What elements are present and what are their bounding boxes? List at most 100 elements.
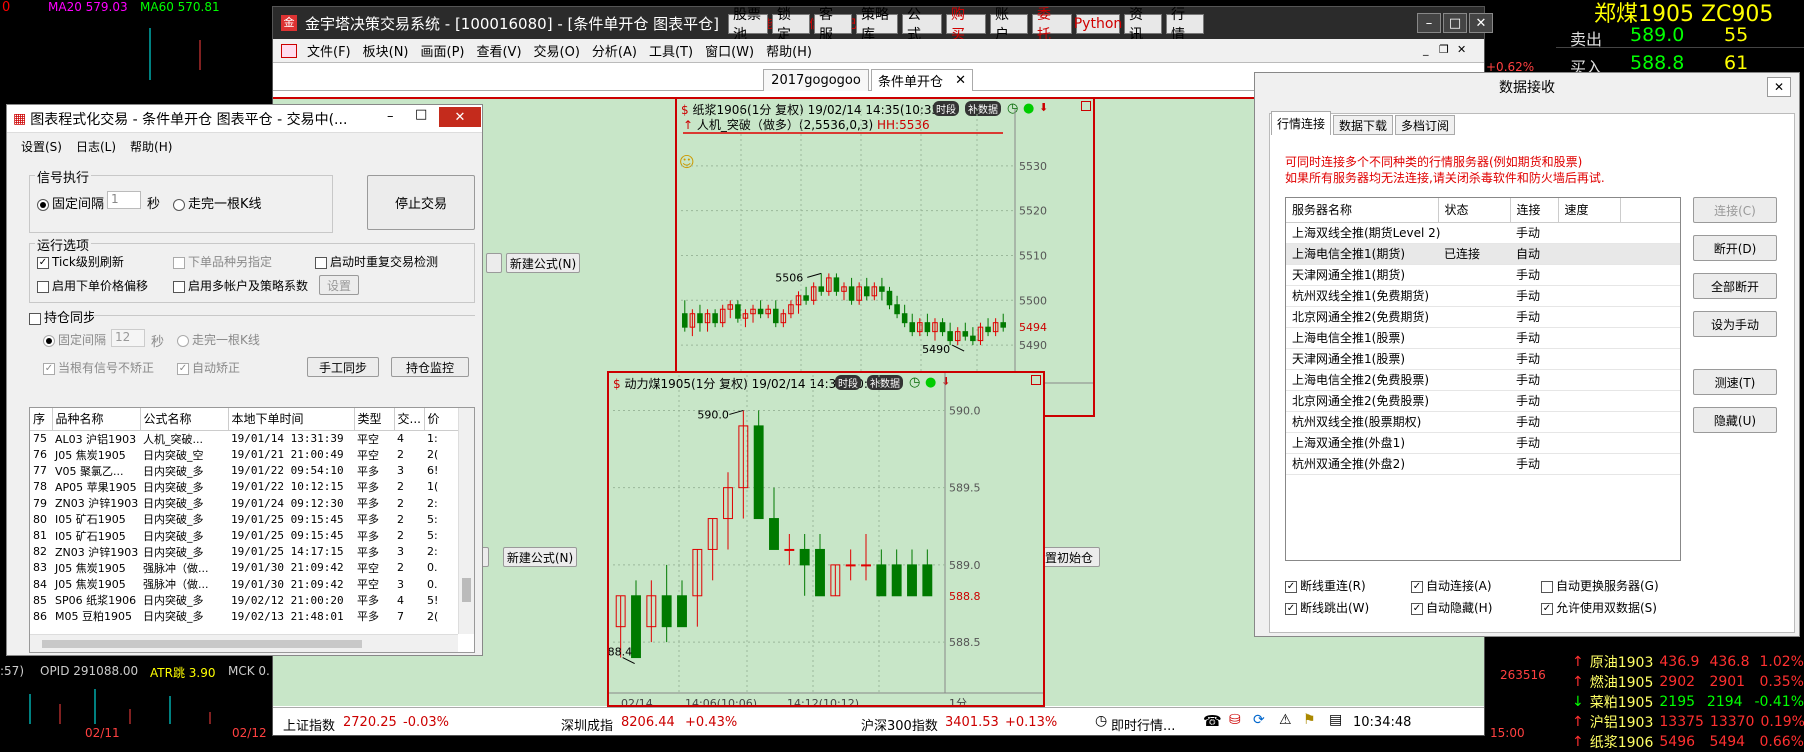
market-row[interactable]: ↑ 沪铝1903 13375 13370 0.19%: [1572, 712, 1804, 732]
market-row[interactable]: ↓ 菜粕1905 2195 2194 -0.41%: [1572, 692, 1804, 712]
market-row[interactable]: ↑ 原油1903 436.9 436.8 1.02%: [1572, 652, 1804, 672]
option-checkbox-1[interactable]: ✓ 自动连接(A): [1411, 577, 1492, 594]
table-row[interactable]: 77 V05 聚氯乙... 日内突破_多 19/01/22 09:54:10 平多 3 6!: [30, 463, 470, 479]
realtime-label[interactable]: 即时行情...: [1111, 715, 1175, 734]
server-col-header[interactable]: 连接: [1510, 198, 1559, 223]
menu-view[interactable]: 查看(V): [470, 41, 527, 60]
menu-file[interactable]: 文件(F): [301, 41, 357, 60]
menu-trade[interactable]: 交易(O): [528, 41, 586, 60]
server-row[interactable]: 杭州双线全推(股票期权) 手动: [1286, 411, 1680, 433]
hs300-label[interactable]: 沪深300指数: [861, 715, 938, 734]
database-icon[interactable]: ⛁: [1229, 712, 1241, 728]
main-minimize-button[interactable]: –: [1417, 13, 1441, 33]
trade-menu-help[interactable]: 帮助(H): [130, 138, 172, 155]
tab-data-download[interactable]: 数据下载: [1333, 115, 1393, 135]
data-dialog-close-button[interactable]: ✕: [1767, 77, 1791, 97]
sz-index-label[interactable]: 深圳成指: [561, 715, 613, 734]
realtime-icon[interactable]: ◷: [1095, 713, 1107, 729]
option-checkbox-4[interactable]: ✓ 自动隐藏(H): [1411, 599, 1492, 616]
server-button-2[interactable]: 全部断开: [1693, 273, 1777, 299]
server-col-header[interactable]: 速度: [1558, 198, 1621, 223]
server-row[interactable]: 上海电信全推2(免费股票) 手动: [1286, 369, 1680, 391]
server-col-header[interactable]: 服务器名称: [1286, 198, 1439, 223]
server-row[interactable]: 北京网通全推2(免费股票) 手动: [1286, 390, 1680, 412]
network-icon[interactable]: ⟳: [1253, 712, 1265, 728]
server-row[interactable]: 杭州双线全推1(免费期货) 手动: [1286, 285, 1680, 307]
toolbar-button-7[interactable]: 委 托: [1032, 7, 1072, 43]
tab-2017gogogoo[interactable]: 2017gogogoo: [763, 69, 869, 91]
order-col-header[interactable]: 交...: [394, 408, 425, 431]
tick-refresh-checkbox[interactable]: ✓ Tick级别刷新: [37, 253, 124, 270]
server-row[interactable]: 北京网通全推2(免费期货) 手动: [1286, 306, 1680, 328]
server-button-5[interactable]: 隐藏(U): [1693, 407, 1777, 433]
sh-index-label[interactable]: 上证指数: [283, 715, 335, 734]
tab-multi-subscribe[interactable]: 多档订阅: [1395, 115, 1455, 135]
market-row[interactable]: ↑ 燃油1905 2902 2901 0.35%: [1572, 672, 1804, 692]
new-formula-button-top[interactable]: 新建公式(N): [506, 253, 580, 273]
toolbar-button-8[interactable]: Python: [1074, 14, 1122, 34]
mdi-minimize-icon[interactable]: _: [1423, 43, 1429, 56]
table-row[interactable]: 75 AL03 沪铝1903 人机_突破... 19/01/14 13:31:39 平空…: [30, 430, 470, 447]
order-table-vscroll[interactable]: [458, 408, 474, 634]
server-row[interactable]: 天津网通全推1(股票) 手动: [1286, 348, 1680, 370]
hscroll-thumb[interactable]: [42, 640, 362, 648]
menu-view-page[interactable]: 画面(P): [415, 41, 471, 60]
toolbar-button-5[interactable]: 购 买: [946, 7, 986, 43]
mdi-close-icon[interactable]: ✕: [1457, 43, 1466, 56]
main-close-button[interactable]: ✕: [1469, 13, 1493, 33]
trade-maximize-button[interactable]: □: [415, 107, 427, 122]
table-row[interactable]: 86 M05 豆粕1905 日内突破_多 19/02/13 21:48:01 平多 7 2(: [30, 608, 470, 624]
position-sync-checkbox[interactable]: 持仓同步: [29, 307, 96, 326]
tab-condition-order[interactable]: 条件单开仓 ✕: [871, 69, 973, 91]
menu-help[interactable]: 帮助(H): [760, 41, 818, 60]
option-checkbox-5[interactable]: ✓ 允许使用双数据(S): [1541, 599, 1657, 616]
order-table-hscroll[interactable]: [30, 634, 458, 652]
table-row[interactable]: 76 J05 焦炭1905 日内突破_空 19/01/21 21:00:49 平空 2 2(: [30, 447, 470, 463]
menu-window[interactable]: 窗口(W): [699, 41, 760, 60]
server-row[interactable]: 上海电信全推1(股票) 手动: [1286, 327, 1680, 349]
table-row[interactable]: 82 ZN03 沪锌1903 日内突破_多 19/01/25 14:17:15 平多 3 2…: [30, 544, 470, 560]
fixed-interval-radio[interactable]: 固定间隔: [37, 193, 104, 212]
new-formula-button-bottom[interactable]: 新建公式(N): [503, 547, 577, 567]
order-variety-checkbox[interactable]: 下单品种另指定: [173, 253, 272, 270]
sync-interval-input[interactable]: 12: [111, 329, 145, 347]
table-row[interactable]: 84 J05 焦炭1905 强脉冲（做... 19/01/30 21:09:42 平空 3…: [30, 576, 470, 592]
main-maximize-button[interactable]: □: [1443, 13, 1467, 33]
server-button-3[interactable]: 设为手动: [1693, 311, 1777, 337]
tab-close-icon[interactable]: ✕: [955, 73, 966, 88]
formula-more-button-top[interactable]: [486, 253, 502, 273]
table-row[interactable]: 79 ZN03 沪锌1903 日内突破_多 19/01/24 09:12:30 平多 2 2…: [30, 495, 470, 511]
toolbar-button-1[interactable]: 锁 定: [772, 7, 810, 43]
no-correct-checkbox[interactable]: ✓ 当根有信号不矫正: [43, 359, 154, 376]
multi-account-settings-button[interactable]: 设置: [319, 275, 359, 295]
server-row[interactable]: 上海双线全推(期货Level 2) 手动: [1286, 222, 1680, 244]
table-row[interactable]: 78 AP05 苹果1905 日内突破_多 19/01/22 10:12:15 平多 2 1…: [30, 479, 470, 495]
table-row[interactable]: 80 I05 矿石1905 日内突破_多 19/01/25 09:15:45 平多 2 5:: [30, 511, 470, 527]
multi-account-checkbox[interactable]: 启用多帐户及策略系数: [173, 277, 308, 294]
price-offset-checkbox[interactable]: 启用下单价格偏移: [37, 277, 148, 294]
interval-input[interactable]: 1: [107, 191, 141, 209]
mdi-restore-icon[interactable]: ❐: [1439, 43, 1449, 56]
table-row[interactable]: 85 SP06 纸浆1906 日内突破_多 19/02/12 21:00:20 平多 4 5…: [30, 592, 470, 608]
order-col-header[interactable]: 类型: [354, 408, 395, 431]
vscroll-thumb[interactable]: [462, 578, 471, 602]
server-button-4[interactable]: 测速(T): [1693, 369, 1777, 395]
stop-trading-button[interactable]: 停止交易: [367, 175, 475, 230]
document-icon[interactable]: ▤: [1329, 712, 1342, 728]
menu-board[interactable]: 板块(N): [357, 41, 415, 60]
flag-icon[interactable]: ⚑: [1303, 712, 1316, 728]
server-row[interactable]: 上海电信全推1(期货) 已连接 自动: [1286, 243, 1680, 265]
manual-sync-button[interactable]: 手工同步: [307, 357, 379, 377]
trade-menu-settings[interactable]: 设置(S): [21, 138, 62, 155]
toolbar-button-4[interactable]: 公 式: [902, 7, 942, 43]
menu-tools[interactable]: 工具(T): [643, 41, 699, 60]
order-col-header[interactable]: 品种名称: [52, 408, 141, 431]
server-col-header[interactable]: 状态: [1438, 198, 1511, 223]
trade-close-button[interactable]: ✕: [439, 107, 481, 127]
phone-icon[interactable]: ☎: [1203, 712, 1222, 730]
sync-interval-radio[interactable]: 固定间隔: [43, 331, 106, 348]
trade-menu-log[interactable]: 日志(L): [76, 138, 116, 155]
trade-minimize-button[interactable]: –: [387, 109, 394, 124]
option-checkbox-3[interactable]: ✓ 断线跳出(W): [1285, 599, 1369, 616]
toolbar-button-6[interactable]: 账 户: [990, 7, 1028, 43]
